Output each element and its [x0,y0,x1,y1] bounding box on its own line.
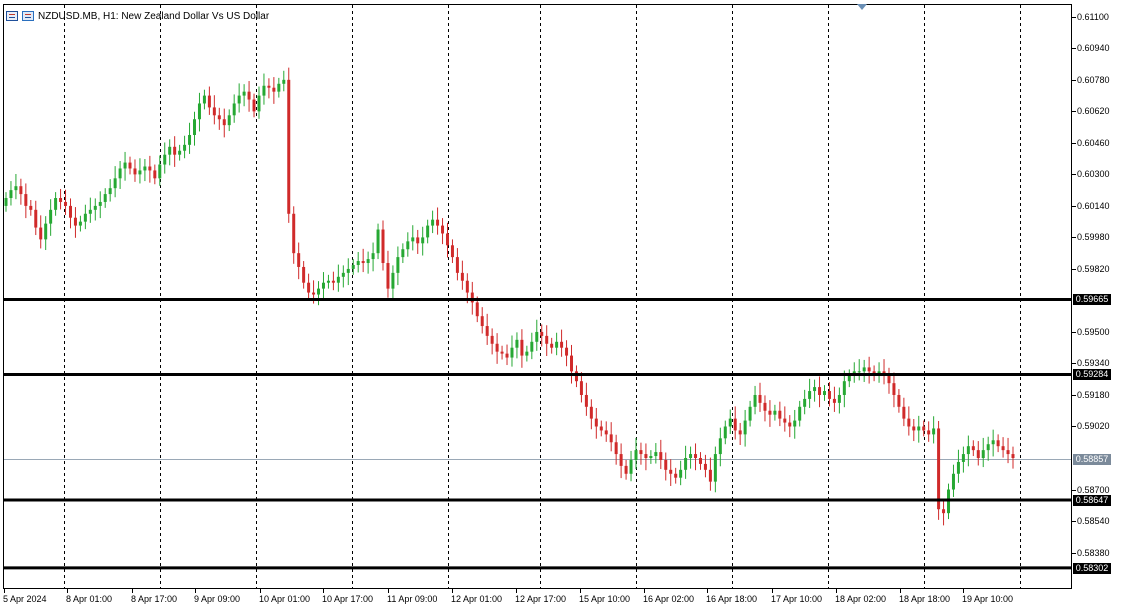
price-tick [1072,17,1076,18]
time-tick-label: 10 Apr 01:00 [259,594,311,604]
time-tick-label: 8 Apr 17:00 [131,594,178,604]
time-tick [195,589,196,593]
price-tick [1072,143,1076,144]
time-tick [67,589,68,593]
time-tick [772,589,773,593]
price-tick [1072,363,1076,364]
time-tick-label: 5 Apr 2024 [3,594,47,604]
price-tick-label: 0.58540 [1077,516,1110,526]
chart-menu-icon[interactable] [6,11,18,21]
time-tick-label: 12 Apr 01:00 [451,594,503,604]
price-tick [1072,521,1076,522]
time-tick-label: 15 Apr 10:00 [579,594,631,604]
price-tick-label: 0.60780 [1077,75,1110,85]
price-tick-label: 0.60300 [1077,169,1110,179]
price-tick [1072,174,1076,175]
price-tick [1072,426,1076,427]
price-tick-label: 0.60620 [1077,106,1110,116]
price-tick-label: 0.60140 [1077,201,1110,211]
price-tick-label: 0.59820 [1077,264,1110,274]
time-tick [836,589,837,593]
time-tick-label: 18 Apr 02:00 [835,594,887,604]
time-tick-label: 19 Apr 10:00 [962,594,1014,604]
time-tick-label: 9 Apr 09:00 [194,594,241,604]
horizontal-level-label: 0.59665 [1073,294,1111,305]
time-tick [516,589,517,593]
time-tick-label: 10 Apr 17:00 [322,594,374,604]
chart-title: NZDUSD.MB, H1: New Zealand Dollar Vs US … [38,10,270,22]
horizontal-level-label: 0.58302 [1073,563,1111,574]
chart-shift-marker-icon[interactable] [857,4,867,10]
time-tick-label: 12 Apr 17:00 [515,594,567,604]
chart-title-bar: NZDUSD.MB, H1: New Zealand Dollar Vs US … [6,9,269,23]
time-tick [388,589,389,593]
price-tick-label: 0.59020 [1077,421,1110,431]
price-tick [1072,206,1076,207]
time-tick [900,589,901,593]
price-tick [1072,48,1076,49]
horizontal-level-label: 0.59284 [1073,369,1111,380]
price-tick [1072,237,1076,238]
time-tick [260,589,261,593]
price-tick [1072,269,1076,270]
price-tick-label: 0.60460 [1077,138,1110,148]
time-tick-label: 16 Apr 02:00 [643,594,695,604]
time-tick-label: 11 Apr 09:00 [387,594,438,604]
time-tick [580,589,581,593]
price-tick [1072,490,1076,491]
price-tick-label: 0.58700 [1077,485,1110,495]
current-price-label: 0.58857 [1073,454,1111,465]
time-tick-label: 18 Apr 18:00 [899,594,951,604]
time-tick [707,589,708,593]
time-tick [963,589,964,593]
chart-window[interactable]: NZDUSD.MB, H1: New Zealand Dollar Vs US … [0,0,1125,610]
price-tick-label: 0.59500 [1077,327,1110,337]
time-tick [323,589,324,593]
price-tick [1072,111,1076,112]
time-tick [132,589,133,593]
price-tick-label: 0.59180 [1077,390,1110,400]
chart-window-icon[interactable] [22,11,34,21]
price-tick [1072,332,1076,333]
price-tick-label: 0.59340 [1077,358,1110,368]
price-tick [1072,395,1076,396]
horizontal-level-label: 0.58647 [1073,495,1111,506]
time-tick-label: 17 Apr 10:00 [771,594,823,604]
time-tick [644,589,645,593]
plot-frame [3,4,1072,589]
time-tick-label: 8 Apr 01:00 [66,594,113,604]
price-tick [1072,80,1076,81]
time-tick-label: 16 Apr 18:00 [706,594,758,604]
price-tick-label: 0.59980 [1077,232,1110,242]
price-tick-label: 0.58380 [1077,548,1110,558]
price-tick [1072,553,1076,554]
price-tick-label: 0.61100 [1077,12,1109,22]
time-tick [452,589,453,593]
time-tick [4,589,5,593]
price-tick-label: 0.60940 [1077,43,1110,53]
